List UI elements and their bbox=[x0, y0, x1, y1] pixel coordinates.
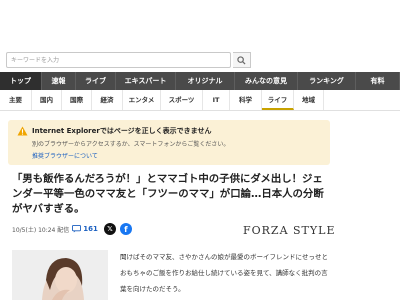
warning-icon bbox=[17, 126, 28, 136]
nav-item-breaking[interactable]: 速報 bbox=[42, 72, 76, 90]
search-input[interactable]: キーワードを入力 bbox=[6, 52, 231, 68]
nav-item-paid[interactable]: 有料 bbox=[356, 72, 400, 90]
comment-count: 161 bbox=[83, 225, 98, 233]
nav-item-ranking[interactable]: ランキング bbox=[298, 72, 356, 90]
nav-item-opinions[interactable]: みんなの意見 bbox=[235, 72, 298, 90]
category-item-domestic[interactable]: 国内 bbox=[32, 90, 62, 110]
category-item-sports[interactable]: スポーツ bbox=[161, 90, 203, 110]
category-item-international[interactable]: 国際 bbox=[62, 90, 92, 110]
comments-link[interactable]: 161 bbox=[72, 225, 98, 233]
notice-body: 別のブラウザーからアクセスするか、スマートフォンからご覧ください。 bbox=[32, 141, 230, 148]
x-logo-icon: 𝕏 bbox=[107, 225, 113, 233]
search-icon bbox=[237, 56, 246, 65]
nav-item-live[interactable]: ライブ bbox=[76, 72, 116, 90]
facebook-logo-icon: f bbox=[124, 225, 128, 234]
share-facebook-button[interactable]: f bbox=[119, 223, 132, 235]
category-item-economy[interactable]: 経済 bbox=[92, 90, 123, 110]
article-meta: 10/5(土) 10:24 配信 161 𝕏 f bbox=[12, 222, 132, 236]
category-item-it[interactable]: IT bbox=[203, 90, 230, 110]
search-placeholder: キーワードを入力 bbox=[11, 57, 60, 64]
source-logo[interactable]: FORZA STYLE bbox=[243, 224, 336, 237]
category-item-local[interactable]: 地域 bbox=[294, 90, 324, 110]
category-item-life[interactable]: ライフ bbox=[262, 90, 294, 110]
search-button[interactable] bbox=[233, 52, 251, 68]
nav-item-top[interactable]: トップ bbox=[0, 72, 42, 90]
nav-item-original[interactable]: オリジナル bbox=[176, 72, 235, 90]
site-header bbox=[0, 0, 400, 46]
person-thinking-image bbox=[12, 250, 108, 300]
category-item-entertainment[interactable]: エンタメ bbox=[123, 90, 161, 110]
article-headline: 「男も飯作るんだろうが！」とママゴト中の子供にダメ出し！ジェンダー平等一色のママ… bbox=[12, 173, 324, 215]
category-item-science[interactable]: 科学 bbox=[230, 90, 262, 110]
article-lead: 聞けばそのママ友、さやかさんの娘が最愛のボーイフレンドにせっせとおもちゃのご飯を… bbox=[120, 253, 328, 293]
comment-icon bbox=[72, 225, 82, 233]
recommended-browsers-link[interactable]: 推奨ブラウザーについて bbox=[32, 151, 98, 160]
primary-nav: トップ 速報 ライブ エキスパート オリジナル みんなの意見 ランキング 有料 bbox=[0, 72, 400, 90]
share-x-button[interactable]: 𝕏 bbox=[103, 223, 116, 235]
browser-notice: Internet Explorerではページを正しく表示できません 別のブラウザ… bbox=[8, 120, 330, 165]
category-nav: 主要 国内 国際 経済 エンタメ スポーツ IT 科学 ライフ 地域 bbox=[0, 90, 400, 111]
article-date: 10/5(土) 10:24 配信 bbox=[12, 226, 70, 234]
article-thumbnail[interactable] bbox=[12, 250, 108, 300]
nav-item-expert[interactable]: エキスパート bbox=[116, 72, 176, 90]
notice-title: Internet Explorerではページを正しく表示できません bbox=[32, 127, 212, 135]
category-item-main[interactable]: 主要 bbox=[0, 90, 32, 110]
